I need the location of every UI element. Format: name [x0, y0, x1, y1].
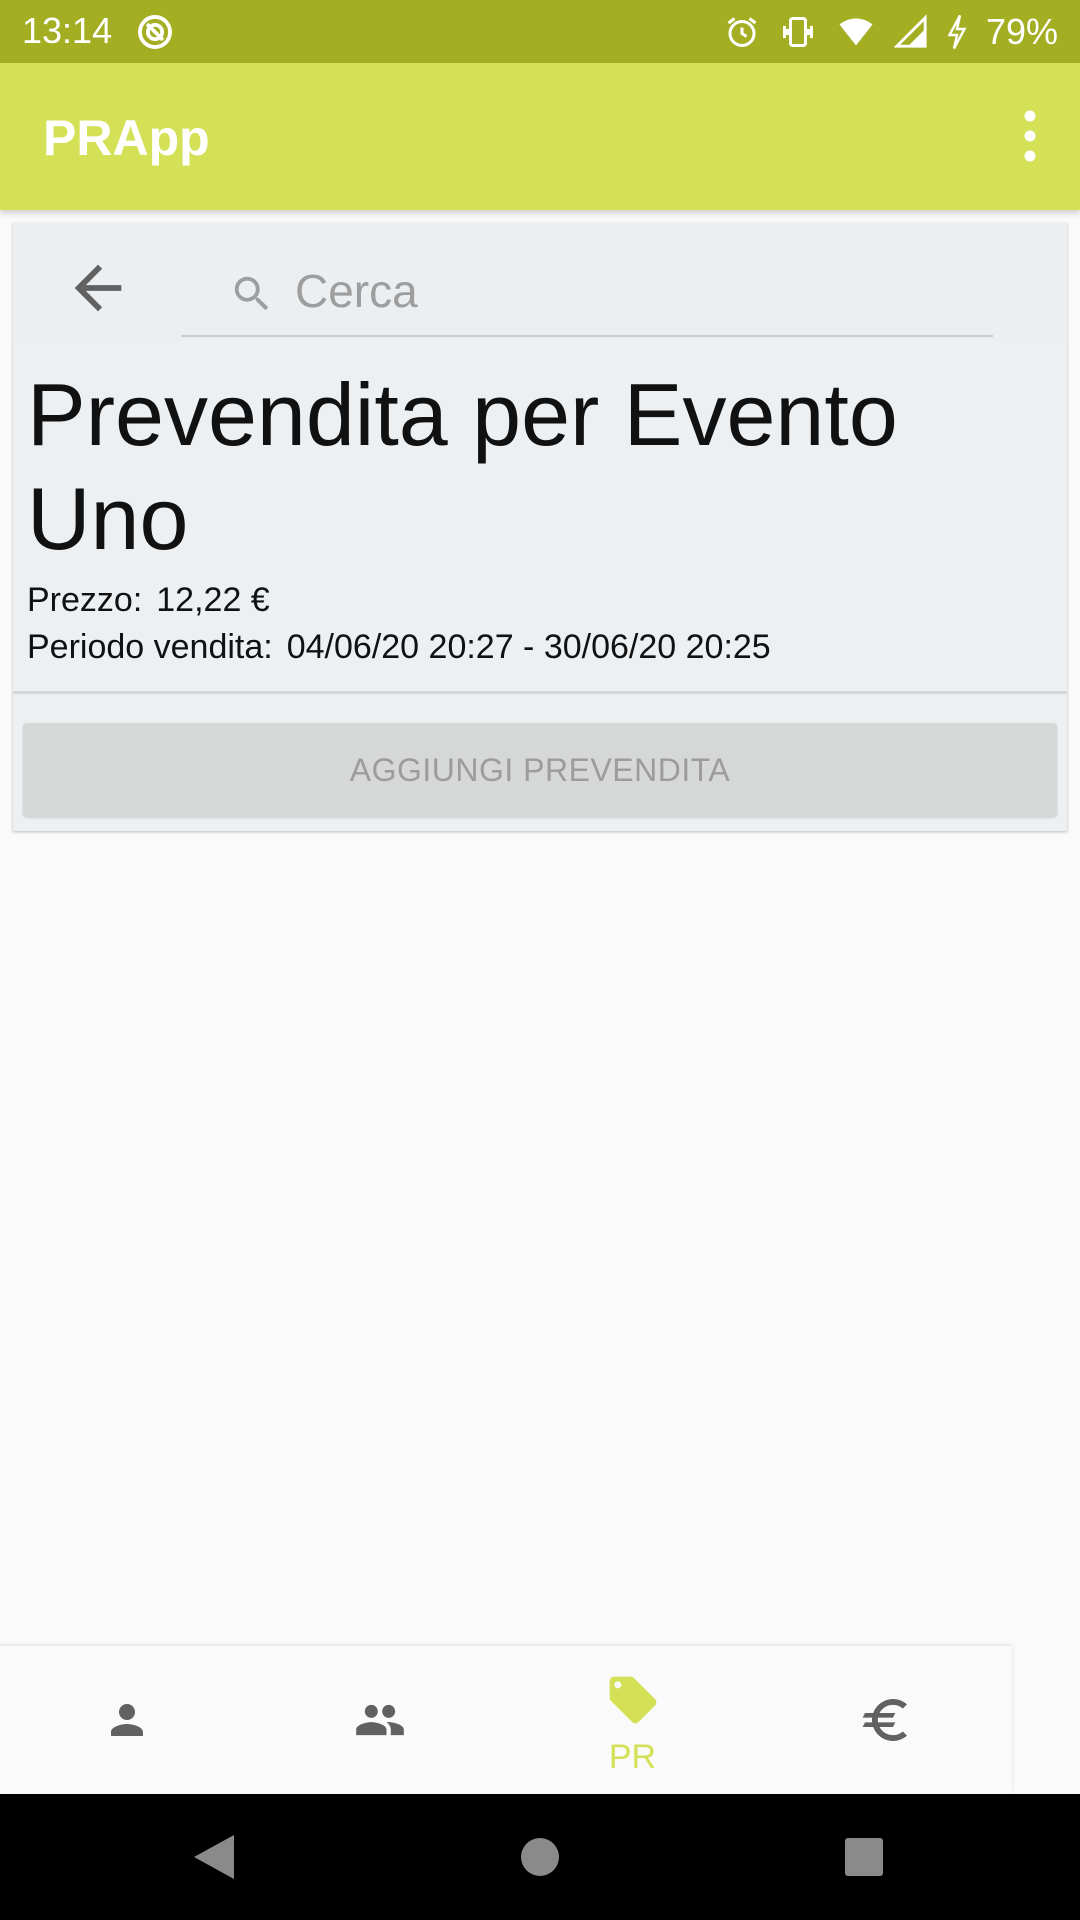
arrow-back-icon [74, 264, 122, 312]
search-input[interactable] [295, 261, 895, 321]
add-presale-button[interactable]: AGGIUNGI PREVENDITA [23, 723, 1057, 817]
sale-period-value: 04/06/20 20:27 - 30/06/20 20:25 [286, 628, 771, 666]
status-time: 13:14 [22, 10, 113, 51]
app-title: PRApp [43, 110, 210, 166]
price-value: 12,22 € [156, 581, 270, 619]
sale-period-label: Periodo vendita: [27, 628, 273, 666]
price-label: Prezzo: [27, 581, 143, 619]
tag-icon [609, 1676, 656, 1724]
status-bar: 13:14 79% [0, 0, 1080, 63]
app-bar: PRApp [0, 63, 1080, 210]
euro-icon [862, 1699, 907, 1741]
alarm-icon [727, 16, 757, 47]
bottom-navigation: PR [0, 1646, 1012, 1794]
back-triangle-icon [194, 1835, 234, 1879]
nav-label-pr: PR [608, 1738, 657, 1776]
overflow-menu-button[interactable] [1000, 103, 1060, 169]
back-button[interactable] [63, 253, 133, 323]
wifi-icon [839, 18, 873, 45]
battery-level: 79% [985, 10, 1058, 52]
search-header [13, 223, 1067, 341]
signal-icon [893, 13, 927, 48]
card-divider [13, 691, 1067, 694]
vibrate-icon [782, 16, 813, 47]
nav-item-group[interactable] [253, 1646, 506, 1794]
search-field[interactable] [181, 243, 993, 337]
nav-item-finance[interactable] [759, 1646, 1012, 1794]
event-card: Prevendita per Evento Uno Prezzo: 12,22 … [13, 223, 1067, 831]
sale-period-row: Periodo vendita: 04/06/20 20:27 - 30/06/… [27, 628, 1047, 667]
recents-square-icon [845, 1838, 883, 1876]
search-icon [234, 276, 269, 311]
home-circle-icon [521, 1838, 559, 1876]
screen: 13:14 79% PRApp Cerca Prevendita per Eve… [0, 0, 1080, 1920]
system-nav-bar [0, 1794, 1080, 1920]
nav-item-profile[interactable] [0, 1646, 253, 1794]
system-home-button[interactable] [480, 1794, 600, 1920]
system-recents-button[interactable] [804, 1794, 924, 1920]
group-icon [355, 1704, 404, 1736]
event-title: Prevendita per Evento Uno [27, 365, 898, 568]
status-icons: 79% [724, 0, 1058, 63]
system-back-button[interactable] [154, 1794, 274, 1920]
charging-icon [947, 14, 967, 49]
sync-icon [138, 15, 172, 49]
nav-item-pr[interactable]: PR [506, 1646, 759, 1794]
more-vert-icon [1024, 110, 1036, 162]
price-row: Prezzo: 12,22 € [27, 581, 1047, 620]
event-details: Prevendita per Evento Uno Prezzo: 12,22 … [27, 363, 1047, 667]
person-icon [110, 1704, 143, 1736]
